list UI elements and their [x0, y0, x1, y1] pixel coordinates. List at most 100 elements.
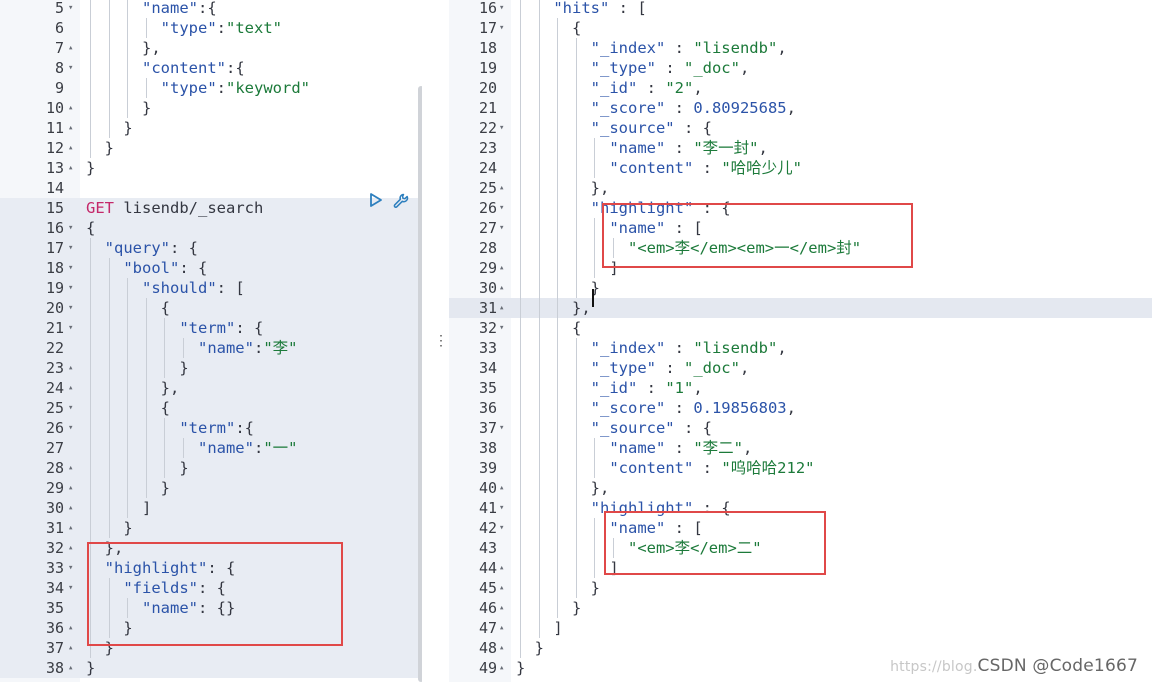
request-line[interactable]: 26 ▾ "term":{ — [0, 418, 422, 438]
fold-open-icon[interactable]: ▾ — [68, 298, 73, 318]
request-editor[interactable]: 5 ▾ "name":{6 "type":"text" 7 ▴ }, 8 ▾ "conte… — [0, 0, 422, 682]
fold-close-icon[interactable]: ▴ — [499, 598, 504, 618]
request-line[interactable]: 9 "type":"keyword" — [0, 78, 422, 98]
code-text[interactable]: } — [86, 158, 95, 178]
fold-close-icon[interactable]: ▴ — [499, 638, 504, 658]
fold-open-icon[interactable]: ▾ — [68, 218, 73, 238]
fold-open-icon[interactable]: ▾ — [499, 498, 504, 518]
fold-close-icon[interactable]: ▴ — [68, 618, 73, 638]
fold-close-icon[interactable]: ▴ — [68, 98, 73, 118]
fold-close-icon[interactable]: ▴ — [499, 178, 504, 198]
code-text[interactable]: "type":"keyword" — [86, 78, 310, 98]
request-line[interactable]: 21 ▾ "term": { — [0, 318, 422, 338]
code-text[interactable]: GET lisendb/_search — [86, 198, 263, 218]
fold-open-icon[interactable]: ▾ — [499, 318, 504, 338]
request-line[interactable]: 22 "name":"李" — [0, 338, 422, 358]
fold-open-icon[interactable]: ▾ — [499, 0, 504, 18]
fold-close-icon[interactable]: ▴ — [68, 498, 73, 518]
fold-close-icon[interactable]: ▴ — [68, 358, 73, 378]
fold-close-icon[interactable]: ▴ — [499, 658, 504, 678]
fold-open-icon[interactable]: ▾ — [499, 218, 504, 238]
wrench-icon[interactable] — [392, 192, 409, 208]
fold-close-icon[interactable]: ▴ — [499, 278, 504, 298]
request-line[interactable]: 31 ▴ } — [0, 518, 422, 538]
code-text[interactable]: ] — [86, 498, 151, 518]
fold-open-icon[interactable]: ▾ — [68, 578, 73, 598]
code-text[interactable]: }, — [86, 378, 180, 398]
request-line[interactable]: 30 ▴ ] — [0, 498, 422, 518]
fold-open-icon[interactable]: ▾ — [68, 318, 73, 338]
request-line[interactable]: 7 ▴ }, — [0, 38, 422, 58]
fold-open-icon[interactable]: ▾ — [499, 198, 504, 218]
request-line[interactable]: 17 ▾ "query": { — [0, 238, 422, 258]
request-line[interactable]: 29 ▴ } — [0, 478, 422, 498]
request-line[interactable]: 12 ▴ } — [0, 138, 422, 158]
request-line[interactable]: 13 ▴} — [0, 158, 422, 178]
fold-close-icon[interactable]: ▴ — [68, 638, 73, 658]
code-text[interactable]: } — [86, 658, 95, 678]
code-text[interactable]: "content":{ — [86, 58, 245, 78]
code-text[interactable]: } — [86, 358, 188, 378]
fold-close-icon[interactable]: ▴ — [68, 478, 73, 498]
fold-close-icon[interactable]: ▴ — [68, 118, 73, 138]
request-line[interactable]: 6 "type":"text" — [0, 18, 422, 38]
request-line[interactable]: 19 ▾ "should": [ — [0, 278, 422, 298]
request-line[interactable]: 15 GET lisendb/_search — [0, 198, 422, 218]
request-line[interactable]: 18 ▾ "bool": { — [0, 258, 422, 278]
request-line[interactable]: 28 ▴ } — [0, 458, 422, 478]
fold-open-icon[interactable]: ▾ — [68, 58, 73, 78]
vertical-dots-icon[interactable]: ⋮ — [434, 334, 448, 348]
fold-close-icon[interactable]: ▴ — [68, 378, 73, 398]
fold-open-icon[interactable]: ▾ — [68, 238, 73, 258]
fold-open-icon[interactable]: ▾ — [68, 0, 73, 18]
request-line[interactable]: 27 "name":"一" — [0, 438, 422, 458]
fold-close-icon[interactable]: ▴ — [68, 518, 73, 538]
code-text[interactable]: "name":"一" — [86, 438, 298, 458]
request-line[interactable]: 24 ▴ }, — [0, 378, 422, 398]
code-text[interactable]: "bool": { — [86, 258, 207, 278]
code-text[interactable]: } — [86, 98, 151, 118]
fold-close-icon[interactable]: ▴ — [68, 458, 73, 478]
request-line[interactable]: 25 ▾ { — [0, 398, 422, 418]
request-line[interactable]: 14 — [0, 178, 422, 198]
code-text[interactable]: "should": [ — [86, 278, 245, 298]
fold-open-icon[interactable]: ▾ — [499, 518, 504, 538]
fold-open-icon[interactable]: ▾ — [68, 558, 73, 578]
request-line[interactable]: 11 ▴ } — [0, 118, 422, 138]
fold-close-icon[interactable]: ▴ — [499, 478, 504, 498]
fold-close-icon[interactable]: ▴ — [499, 258, 504, 278]
code-text[interactable]: "query": { — [86, 238, 198, 258]
request-line[interactable]: 8 ▾ "content":{ — [0, 58, 422, 78]
fold-open-icon[interactable]: ▾ — [68, 398, 73, 418]
fold-close-icon[interactable]: ▴ — [68, 658, 73, 678]
fold-open-icon[interactable]: ▾ — [68, 278, 73, 298]
request-line[interactable]: 20 ▾ { — [0, 298, 422, 318]
code-text[interactable]: } — [86, 458, 188, 478]
fold-close-icon[interactable]: ▴ — [499, 618, 504, 638]
fold-open-icon[interactable]: ▾ — [499, 18, 504, 38]
fold-open-icon[interactable]: ▾ — [499, 418, 504, 438]
request-line[interactable]: 39 — [0, 678, 422, 682]
fold-open-icon[interactable]: ▾ — [68, 258, 73, 278]
fold-close-icon[interactable]: ▴ — [499, 298, 504, 318]
code-text[interactable]: "name":{ — [86, 0, 217, 18]
play-icon[interactable] — [368, 192, 384, 208]
request-line[interactable]: 16 ▾ { — [0, 218, 422, 238]
code-text[interactable]: "term": { — [86, 318, 263, 338]
fold-close-icon[interactable]: ▴ — [68, 138, 73, 158]
code-text[interactable]: "name":"李" — [86, 338, 298, 358]
fold-close-icon[interactable]: ▴ — [499, 558, 504, 578]
fold-open-icon[interactable]: ▾ — [68, 418, 73, 438]
code-text[interactable]: "term":{ — [86, 418, 254, 438]
code-text[interactable]: }, — [86, 38, 161, 58]
request-line[interactable]: 38 ▴} — [0, 658, 422, 678]
fold-close-icon[interactable]: ▴ — [68, 158, 73, 178]
fold-close-icon[interactable]: ▴ — [68, 538, 73, 558]
request-line[interactable]: 5 ▾ "name":{ — [0, 0, 422, 18]
request-line[interactable]: 10 ▴ } — [0, 98, 422, 118]
fold-close-icon[interactable]: ▴ — [68, 38, 73, 58]
fold-close-icon[interactable]: ▴ — [499, 578, 504, 598]
request-line[interactable]: 23 ▴ } — [0, 358, 422, 378]
fold-open-icon[interactable]: ▾ — [499, 118, 504, 138]
code-text[interactable]: "type":"text" — [86, 18, 282, 38]
